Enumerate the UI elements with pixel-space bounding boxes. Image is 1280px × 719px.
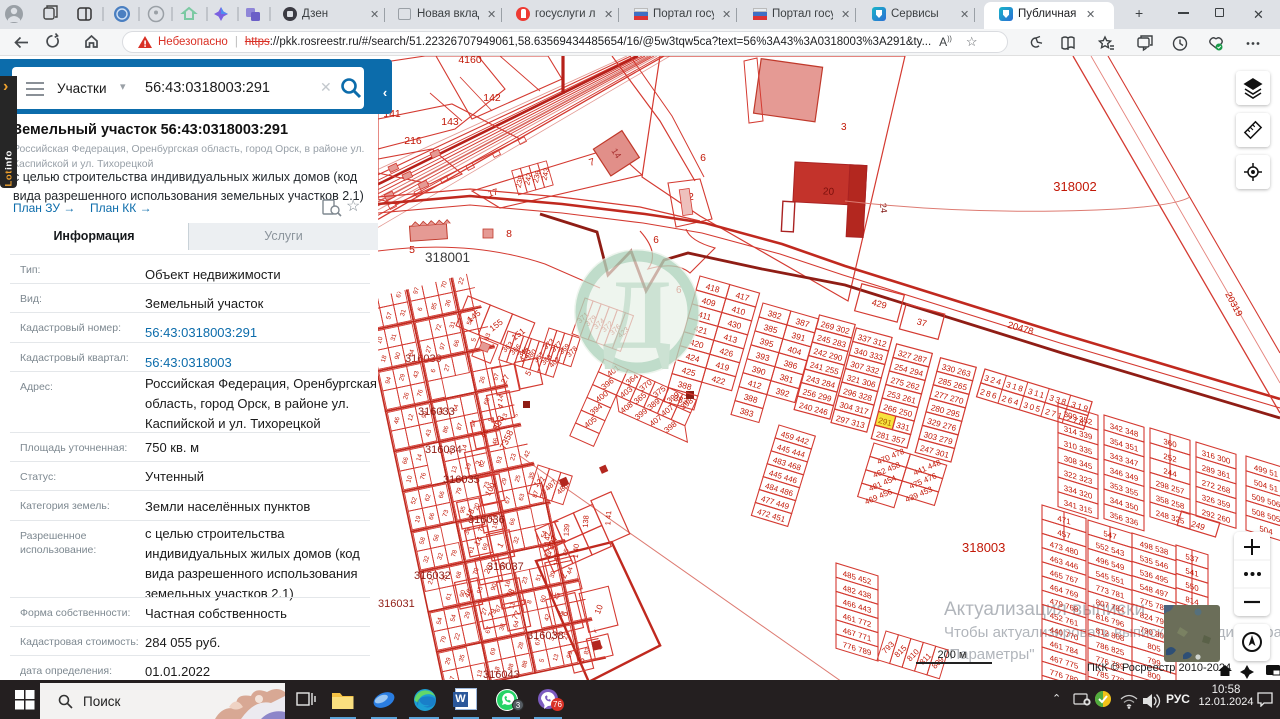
svg-text:318002: 318002 (1053, 179, 1096, 194)
svg-text:316034: 316034 (425, 444, 462, 456)
svg-text:ПКК © Росреестр 2010-2024: ПКК © Росреестр 2010-2024 (1087, 662, 1231, 674)
svg-text:Д: Д (603, 259, 672, 370)
svg-text:318003: 318003 (962, 540, 1005, 555)
svg-text:3: 3 (841, 122, 847, 133)
svg-text:5: 5 (409, 244, 415, 256)
svg-text:1 41: 1 41 (603, 510, 613, 525)
svg-text:316038: 316038 (527, 630, 564, 642)
svg-text:24: 24 (878, 202, 889, 213)
svg-text:318001: 318001 (425, 250, 470, 265)
svg-text:4160: 4160 (458, 56, 482, 66)
svg-text:139: 139 (562, 523, 572, 536)
svg-text:316037: 316037 (487, 561, 524, 573)
svg-text:316032: 316032 (414, 570, 451, 582)
svg-text:200 м: 200 м (938, 649, 967, 661)
svg-text:142: 142 (542, 532, 552, 545)
svg-text:216: 216 (404, 135, 422, 147)
svg-text:1 40: 1 40 (571, 543, 581, 558)
svg-text:316043: 316043 (483, 669, 520, 680)
svg-text:316033: 316033 (418, 406, 455, 418)
svg-text:316035: 316035 (443, 474, 480, 486)
svg-text:20: 20 (823, 186, 835, 198)
svg-text:8: 8 (506, 228, 512, 240)
svg-text:140: 140 (552, 553, 562, 566)
svg-text:143: 143 (441, 116, 459, 128)
svg-text:6: 6 (700, 152, 706, 164)
svg-text:6: 6 (653, 235, 659, 246)
svg-text:316036: 316036 (468, 514, 505, 526)
svg-text:138: 138 (581, 515, 591, 528)
svg-text:142: 142 (483, 92, 501, 104)
